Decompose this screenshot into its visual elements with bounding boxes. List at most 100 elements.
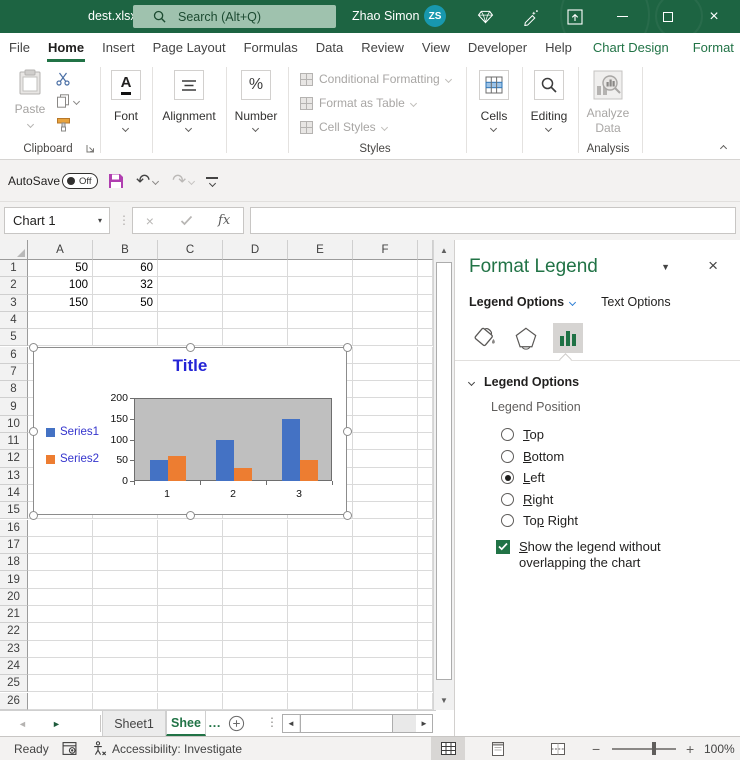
- chart-selection-handle[interactable]: [343, 427, 352, 436]
- fill-line-icon[interactable]: [469, 323, 499, 353]
- cell[interactable]: [158, 311, 223, 330]
- cell[interactable]: [288, 294, 353, 312]
- show-legend-checkbox-row[interactable]: Show the legend without overlapping the …: [496, 539, 726, 572]
- cell[interactable]: [223, 623, 288, 641]
- alignment-button-icon-box[interactable]: [174, 70, 204, 100]
- cell[interactable]: [418, 311, 433, 330]
- cell[interactable]: [223, 536, 288, 555]
- tab-format[interactable]: Format: [681, 33, 740, 62]
- row-header-3[interactable]: 3: [0, 294, 28, 312]
- cell[interactable]: [158, 294, 223, 312]
- cell[interactable]: [28, 519, 93, 537]
- tab-text-options[interactable]: Text Options: [601, 295, 670, 309]
- ribbon-display-options-icon[interactable]: [566, 8, 584, 26]
- cell[interactable]: [353, 311, 418, 330]
- premium-diamond-icon[interactable]: [476, 8, 494, 26]
- save-button[interactable]: [108, 160, 124, 202]
- cell[interactable]: [223, 675, 288, 693]
- row-header-18[interactable]: 18: [0, 554, 28, 572]
- row-header-23[interactable]: 23: [0, 640, 28, 658]
- user-name[interactable]: Zhao Simon: [352, 9, 419, 23]
- cell[interactable]: [288, 675, 353, 693]
- column-header-B[interactable]: B: [93, 240, 158, 260]
- cell[interactable]: [28, 692, 93, 710]
- cell[interactable]: [288, 277, 353, 295]
- row-header-11[interactable]: 11: [0, 433, 28, 451]
- cell[interactable]: 100: [28, 277, 93, 295]
- tab-file[interactable]: File: [0, 33, 39, 62]
- cell[interactable]: [353, 657, 418, 676]
- tab-chart-design[interactable]: Chart Design: [581, 33, 681, 62]
- cell[interactable]: [288, 519, 353, 537]
- redo-button[interactable]: ↷: [172, 160, 196, 202]
- bar-series1-cat1[interactable]: [150, 460, 168, 481]
- cell[interactable]: [353, 623, 418, 641]
- paste-button[interactable]: Paste: [10, 69, 50, 130]
- cell[interactable]: [353, 502, 418, 520]
- cell[interactable]: [418, 450, 433, 468]
- cell[interactable]: [418, 277, 433, 295]
- number-dropdown-chevron-icon[interactable]: [251, 124, 260, 133]
- cell[interactable]: 50: [28, 260, 93, 278]
- cell[interactable]: [353, 554, 418, 572]
- tab-home[interactable]: Home: [39, 33, 93, 62]
- number-group-button-label[interactable]: Number: [221, 109, 291, 123]
- cell[interactable]: [418, 675, 433, 693]
- scroll-left-icon[interactable]: ◄: [283, 715, 299, 732]
- radio-right[interactable]: Right: [501, 489, 726, 511]
- row-header-6[interactable]: 6: [0, 346, 28, 364]
- radio-selected-icon[interactable]: [501, 471, 514, 485]
- close-button[interactable]: ×: [697, 0, 731, 33]
- cell[interactable]: [158, 692, 223, 710]
- cell[interactable]: [158, 554, 223, 572]
- cell[interactable]: [28, 554, 93, 572]
- cell[interactable]: [223, 588, 288, 606]
- vertical-scrollbar-thumb[interactable]: [436, 262, 452, 680]
- redo-dropdown-chevron-icon[interactable]: [188, 177, 196, 185]
- chart-title[interactable]: Title: [34, 356, 346, 376]
- cell[interactable]: [353, 346, 418, 364]
- zoom-level[interactable]: 100%: [704, 737, 735, 760]
- zoom-slider-thumb[interactable]: [652, 742, 656, 755]
- clipboard-dialog-launcher-icon[interactable]: [86, 144, 95, 153]
- format-painter-button[interactable]: [56, 117, 71, 132]
- horizontal-scrollbar[interactable]: ◄ ►: [282, 714, 433, 733]
- cell[interactable]: [418, 433, 433, 451]
- cell[interactable]: [418, 415, 433, 433]
- alignment-dropdown-chevron-icon[interactable]: [184, 124, 193, 133]
- row-header-13[interactable]: 13: [0, 467, 28, 485]
- font-dropdown-chevron-icon[interactable]: [121, 124, 130, 133]
- maximize-button[interactable]: [651, 0, 685, 33]
- bar-series1-cat2[interactable]: [216, 439, 234, 481]
- macro-record-button[interactable]: [62, 737, 77, 760]
- formula-bar-grip-icon[interactable]: ⋮: [118, 213, 130, 227]
- cell[interactable]: [418, 692, 433, 710]
- cell[interactable]: [353, 415, 418, 433]
- cell[interactable]: [28, 571, 93, 589]
- tab-data[interactable]: Data: [307, 33, 352, 62]
- row-header-24[interactable]: 24: [0, 657, 28, 676]
- cell[interactable]: [223, 554, 288, 572]
- chart-selection-handle[interactable]: [186, 343, 195, 352]
- radio-unselected-icon[interactable]: [501, 428, 514, 442]
- cell[interactable]: [418, 588, 433, 606]
- cell[interactable]: 60: [93, 260, 158, 278]
- paste-dropdown-chevron-icon[interactable]: [26, 120, 34, 129]
- cell[interactable]: [158, 606, 223, 624]
- cell[interactable]: [223, 692, 288, 710]
- cell[interactable]: [353, 467, 418, 485]
- collapse-ribbon-chevron-icon[interactable]: [719, 144, 728, 153]
- cell[interactable]: [93, 571, 158, 589]
- bar-series2-cat1[interactable]: [168, 456, 186, 481]
- cells-button-icon-box[interactable]: [479, 70, 509, 100]
- tab-review[interactable]: Review: [352, 33, 413, 62]
- embedded-chart[interactable]: Title 0 50 100 150 200 1 2 3 Series1 Series2: [29, 343, 352, 520]
- radio-unselected-icon[interactable]: [501, 514, 514, 528]
- cell[interactable]: [353, 588, 418, 606]
- cell[interactable]: 150: [28, 294, 93, 312]
- new-sheet-button[interactable]: [228, 715, 245, 737]
- chart-selection-handle[interactable]: [29, 511, 38, 520]
- cell[interactable]: [418, 657, 433, 676]
- styles-item-cell-styles[interactable]: Cell Styles: [300, 120, 388, 134]
- row-header-19[interactable]: 19: [0, 571, 28, 589]
